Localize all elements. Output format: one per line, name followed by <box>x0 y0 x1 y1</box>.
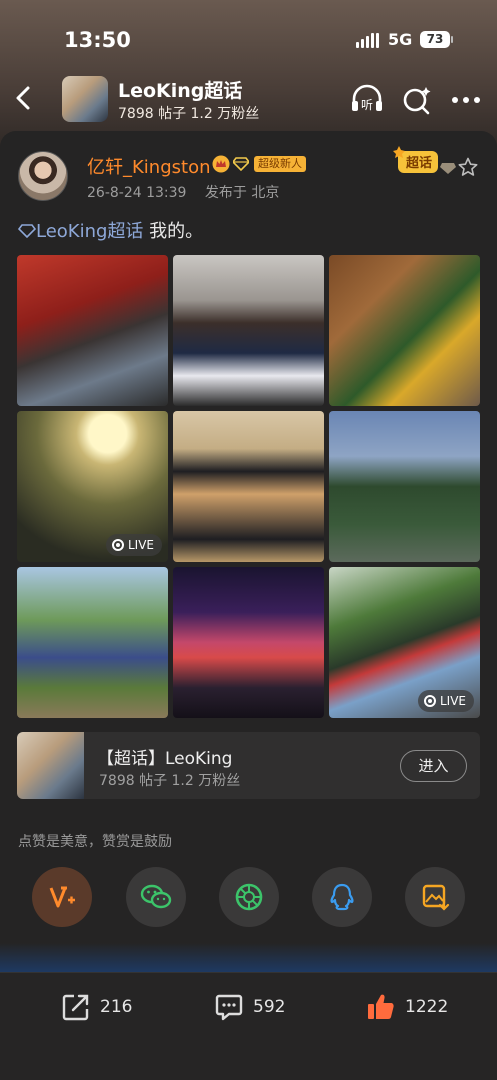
listen-button[interactable]: 听 <box>350 84 384 116</box>
topic-card-stats: 7898 帖子 1.2 万粉丝 <box>99 773 241 789</box>
new-member-badge[interactable]: 超级新人 <box>254 156 306 172</box>
comment-count: 592 <box>253 997 286 1017</box>
post-date: 26-8-24 13:39 <box>87 185 187 201</box>
network-type: 5G <box>388 30 413 49</box>
like-count: 1222 <box>405 997 449 1017</box>
username[interactable]: 亿轩_Kingston <box>87 153 211 179</box>
like-button[interactable]: 1222 <box>365 989 448 1025</box>
search-icon <box>403 87 431 115</box>
listen-label: 听 <box>361 98 373 112</box>
more-button[interactable] <box>450 84 484 116</box>
post-card: 亿轩_Kingston 超级新人 26-8-24 13:39 发布于 北京 超话… <box>0 131 497 943</box>
share-row <box>32 867 466 927</box>
topic-card[interactable]: 【超话】LeoKing 7898 帖子 1.2 万粉丝 进入 <box>17 732 480 799</box>
signal-icon <box>356 32 379 48</box>
photo-5[interactable] <box>173 411 324 562</box>
diamond-topic-icon <box>17 224 37 239</box>
thumbs-up-icon <box>368 994 394 1019</box>
favorite-star-icon[interactable] <box>458 157 478 177</box>
repost-count: 216 <box>100 997 133 1017</box>
repost-button[interactable]: 216 <box>60 989 132 1025</box>
bottom-action-bar: 216 592 1222 <box>0 972 497 1080</box>
qq-icon <box>330 883 354 911</box>
topic-card-thumbnail <box>17 732 84 799</box>
live-icon <box>423 695 436 707</box>
photo-grid: LIVE LIVE <box>17 255 480 718</box>
share-qq-button[interactable] <box>312 867 372 927</box>
status-time: 13:50 <box>64 28 131 52</box>
diamond-badge-icon[interactable] <box>233 157 249 171</box>
topic-stats: 7898 帖子 1.2 万粉丝 <box>118 106 260 122</box>
post-location: 发布于 北京 <box>204 185 280 201</box>
post-meta: 26-8-24 13:39 发布于 北京 <box>87 182 293 202</box>
photo-1[interactable] <box>17 255 168 406</box>
live-badge: LIVE <box>105 534 162 556</box>
wechat-icon <box>140 884 172 909</box>
photo-6[interactable] <box>329 411 480 562</box>
reward-hint: 点赞是美意，赞赏是鼓励 <box>18 834 172 850</box>
reward-button[interactable] <box>32 867 92 927</box>
photo-3[interactable] <box>329 255 480 406</box>
photo-8[interactable] <box>173 567 324 718</box>
chevron-left-icon <box>16 86 30 110</box>
photo-2[interactable] <box>173 255 324 406</box>
battery-icon: 73 <box>420 31 453 48</box>
sticker-icon <box>440 163 456 174</box>
share-moments-button[interactable] <box>219 867 279 927</box>
share-wechat-button[interactable] <box>126 867 186 927</box>
photo-9[interactable]: LIVE <box>329 567 480 718</box>
topic-avatar[interactable] <box>62 76 108 122</box>
photo-4[interactable]: LIVE <box>17 411 168 562</box>
save-image-button[interactable] <box>405 867 465 927</box>
topic-header: LeoKing超话 7898 帖子 1.2 万粉丝 听 <box>0 72 497 128</box>
status-bar: 13:50 5G 73 <box>0 0 497 80</box>
topic-title[interactable]: LeoKing超话 <box>118 76 242 103</box>
search-button[interactable] <box>400 84 434 116</box>
moments-icon <box>235 883 263 911</box>
crown-badge-icon[interactable] <box>212 155 230 173</box>
save-image-icon <box>422 884 450 911</box>
topic-link[interactable]: LeoKing超话 <box>17 221 143 242</box>
v-plus-icon <box>49 886 75 908</box>
live-icon <box>111 539 124 551</box>
post-body: LeoKing超话 我的。 <box>17 217 204 243</box>
next-post-preview <box>0 943 497 973</box>
back-button[interactable] <box>10 82 38 114</box>
topic-link-text[interactable]: LeoKing超话 <box>36 221 143 242</box>
post-text: 我的。 <box>143 221 204 242</box>
chaohua-label: 超话 <box>406 155 432 171</box>
topic-card-title: 【超话】LeoKing <box>97 749 233 769</box>
user-avatar[interactable] <box>18 151 68 201</box>
enter-button[interactable]: 进入 <box>400 750 467 782</box>
comment-button[interactable]: 592 <box>213 989 285 1025</box>
comment-icon <box>215 994 243 1021</box>
headphones-icon: 听 <box>352 84 382 112</box>
photo-7[interactable] <box>17 567 168 718</box>
repost-icon <box>62 994 89 1021</box>
live-badge: LIVE <box>417 690 474 712</box>
chaohua-sticker[interactable]: 超话 <box>392 145 440 175</box>
more-icon <box>452 97 480 103</box>
